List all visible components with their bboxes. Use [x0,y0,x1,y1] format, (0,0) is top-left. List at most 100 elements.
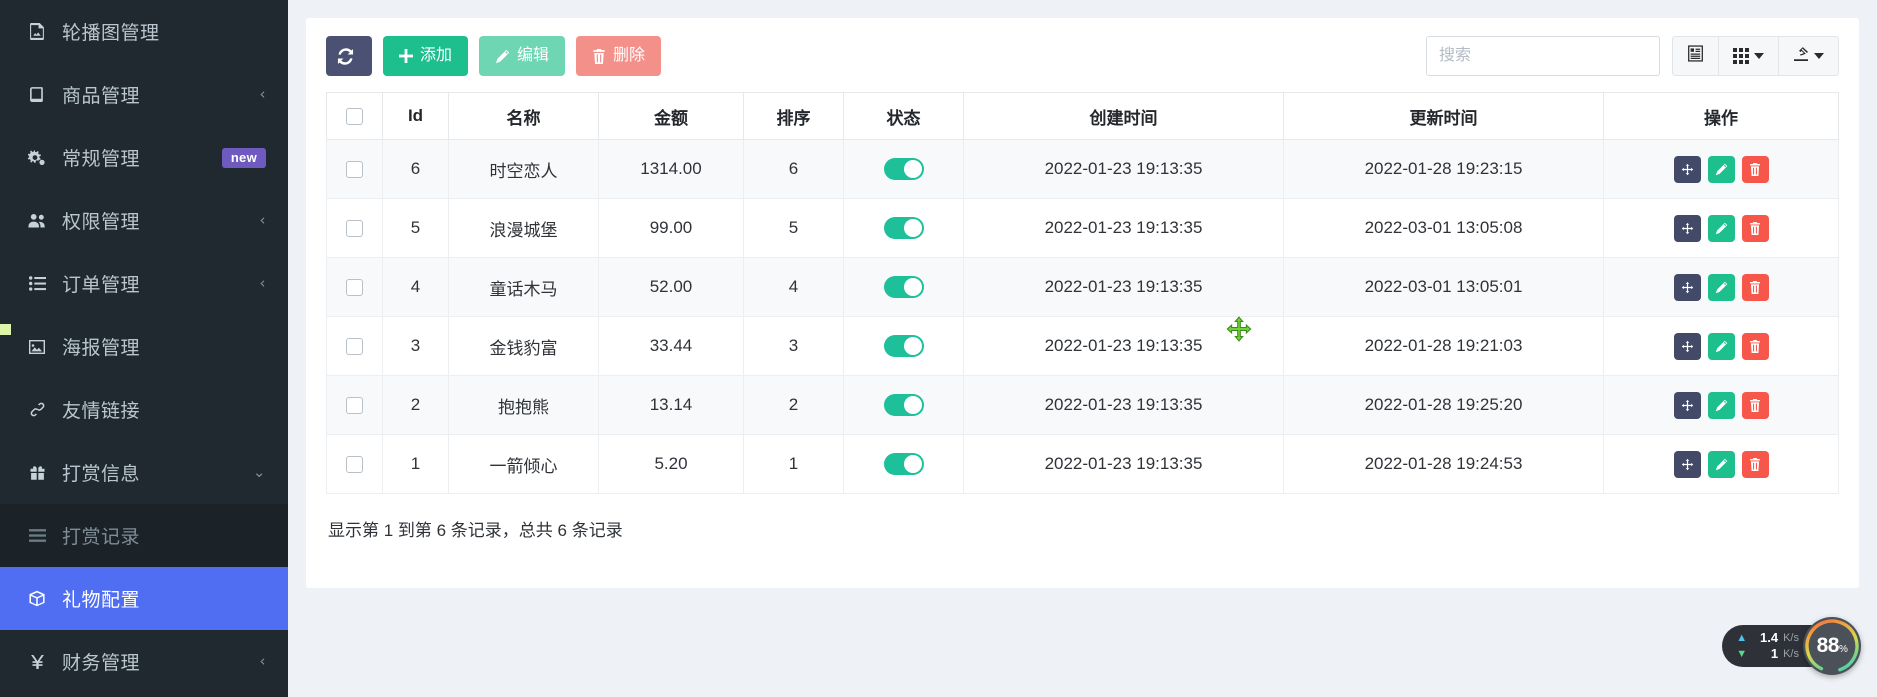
row-checkbox[interactable] [346,456,363,473]
row-select-cell[interactable] [327,258,383,317]
row-delete-button[interactable] [1742,274,1769,301]
sidebar-item-finance[interactable]: 财务管理 ‹ [0,630,288,693]
search-input[interactable] [1426,36,1660,76]
status-badge-new: new [222,148,266,168]
cell-status [844,376,964,435]
row-delete-button[interactable] [1742,333,1769,360]
sidebar-item-products[interactable]: 商品管理 ‹ [0,63,288,126]
sidebar-item-friendly-links[interactable]: 友情链接 [0,378,288,441]
sidebar-item-gift-config[interactable]: 礼物配置 [0,567,288,630]
row-select-cell[interactable] [327,376,383,435]
row-select-cell[interactable] [327,317,383,376]
header-sort[interactable]: 排序 [744,93,844,140]
row-edit-button[interactable] [1708,215,1735,242]
cell-status [844,317,964,376]
list-icon [24,276,50,291]
status-toggle[interactable] [884,394,924,416]
sidebar-item-reward-info[interactable]: 打赏信息 ⌄ [0,441,288,504]
header-amount[interactable]: 金额 [599,93,744,140]
row-move-button[interactable] [1674,215,1701,242]
sidebar-item-permissions[interactable]: 权限管理 ‹ [0,189,288,252]
status-toggle[interactable] [884,335,924,357]
row-checkbox[interactable] [346,220,363,237]
row-delete-button[interactable] [1742,215,1769,242]
select-all-checkbox[interactable] [346,108,363,125]
header-status[interactable]: 状态 [844,93,964,140]
cell-id: 1 [383,435,449,494]
header-select-all[interactable] [327,93,383,140]
row-delete-button[interactable] [1742,156,1769,183]
column-visibility-button[interactable] [1719,37,1779,75]
cell-id: 6 [383,140,449,199]
content-panel: 添加 编辑 删除 [306,18,1859,588]
row-edit-button[interactable] [1708,333,1735,360]
header-id[interactable]: Id [383,93,449,140]
row-select-cell[interactable] [327,199,383,258]
cell-sort: 2 [744,376,844,435]
cell-created: 2022-01-23 19:13:35 [964,435,1284,494]
fullscreen-toggle-button[interactable] [1673,37,1719,75]
export-button[interactable] [1779,37,1838,75]
row-move-button[interactable] [1674,274,1701,301]
row-edit-button[interactable] [1708,274,1735,301]
row-select-cell[interactable] [327,140,383,199]
row-edit-button[interactable] [1708,156,1735,183]
row-checkbox[interactable] [346,397,363,414]
row-checkbox[interactable] [346,279,363,296]
table-row[interactable]: 2抱抱熊13.1422022-01-23 19:13:352022-01-28 … [327,376,1839,435]
row-edit-button[interactable] [1708,392,1735,419]
table-row[interactable]: 3金钱豹富33.4432022-01-23 19:13:352022-01-28… [327,317,1839,376]
cell-status [844,258,964,317]
table-row[interactable]: 5浪漫城堡99.0052022-01-23 19:13:352022-03-01… [327,199,1839,258]
refresh-button[interactable] [326,36,372,76]
row-move-button[interactable] [1674,392,1701,419]
row-delete-button[interactable] [1742,451,1769,478]
row-move-button[interactable] [1674,156,1701,183]
header-updated[interactable]: 更新时间 [1284,93,1604,140]
edit-button[interactable]: 编辑 [479,36,565,76]
sidebar-item-reward-records[interactable]: 打赏记录 [0,504,288,567]
delete-button[interactable]: 删除 [576,36,661,76]
sidebar-item-posters[interactable]: 海报管理 [0,315,288,378]
row-edit-button[interactable] [1708,451,1735,478]
table-row[interactable]: 4童话木马52.0042022-01-23 19:13:352022-03-01… [327,258,1839,317]
main-content: 添加 编辑 删除 [288,0,1877,697]
status-toggle[interactable] [884,158,924,180]
row-select-cell[interactable] [327,435,383,494]
cell-name: 浪漫城堡 [449,199,599,258]
trash-icon [592,49,606,64]
cell-updated: 2022-01-28 19:21:03 [1284,317,1604,376]
header-created[interactable]: 创建时间 [964,93,1284,140]
row-move-button[interactable] [1674,451,1701,478]
cell-id: 3 [383,317,449,376]
status-toggle[interactable] [884,453,924,475]
status-toggle[interactable] [884,217,924,239]
book-icon [24,86,50,103]
sidebar-item-orders[interactable]: 订单管理 ‹ [0,252,288,315]
network-speed-widget[interactable]: ▲ 1.4 K/s ▼ 1 K/s [1722,617,1861,675]
yen-icon [24,654,50,670]
cell-name: 时空恋人 [449,140,599,199]
add-button[interactable]: 添加 [383,36,468,76]
gift-icon [24,465,50,481]
table-row[interactable]: 1一箭倾心5.2012022-01-23 19:13:352022-01-28 … [327,435,1839,494]
row-action-group [1674,451,1769,478]
cell-amount: 99.00 [599,199,744,258]
header-name[interactable]: 名称 [449,93,599,140]
row-delete-button[interactable] [1742,392,1769,419]
app-root: 轮播图管理 商品管理 ‹ 常规管理 new 权限管理 ‹ [0,0,1877,697]
cell-sort: 4 [744,258,844,317]
sidebar-item-label: 礼物配置 [62,585,266,612]
chevron-down-icon [1754,53,1764,59]
cpu-usage-gauge[interactable]: 88% [1803,617,1861,675]
cell-status [844,435,964,494]
cell-actions [1604,376,1839,435]
status-toggle[interactable] [884,276,924,298]
sidebar-item-carousel[interactable]: 轮播图管理 [0,0,288,63]
cell-created: 2022-01-23 19:13:35 [964,317,1284,376]
sidebar-item-general[interactable]: 常规管理 new [0,126,288,189]
row-checkbox[interactable] [346,338,363,355]
table-row[interactable]: 6时空恋人1314.0062022-01-23 19:13:352022-01-… [327,140,1839,199]
row-move-button[interactable] [1674,333,1701,360]
row-checkbox[interactable] [346,161,363,178]
